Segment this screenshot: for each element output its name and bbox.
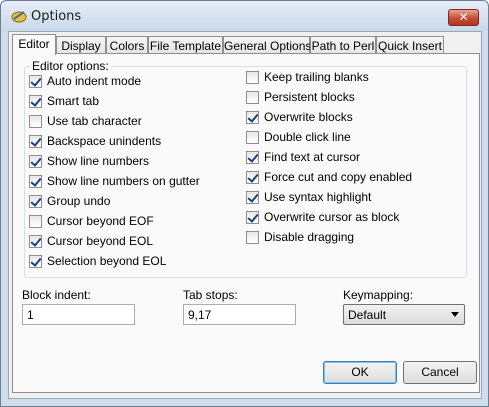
checkbox-unchecked[interactable] [29, 214, 42, 228]
checkbox-label: Use syntax highlight [264, 190, 372, 204]
checkbox-persistent-blocks[interactable]: Persistent blocks [246, 89, 355, 105]
checkbox-selection-beyond-eol[interactable]: Selection beyond EOL [29, 253, 166, 269]
app-icon [11, 11, 27, 23]
checkbox-checked[interactable] [246, 110, 259, 124]
checkbox-unchecked[interactable] [246, 70, 259, 84]
tab-quick-insert[interactable]: Quick Insert [376, 36, 444, 54]
checkbox-checked[interactable] [29, 234, 42, 248]
checkbox-checked[interactable] [246, 150, 259, 164]
checkbox-disable-dragging[interactable]: Disable dragging [246, 229, 354, 245]
ok-button[interactable]: OK [323, 361, 397, 384]
checkbox-label: Find text at cursor [264, 150, 361, 164]
keymapping-value: Default [348, 308, 387, 322]
block-indent-input[interactable]: 1 [22, 304, 135, 325]
close-icon: ✕ [458, 10, 469, 24]
checkbox-label: Overwrite blocks [264, 110, 353, 124]
checkbox-find-text-at-cursor[interactable]: Find text at cursor [246, 149, 360, 165]
checkbox-label: Cursor beyond EOF [47, 214, 154, 228]
checkbox-unchecked[interactable] [29, 114, 42, 128]
keymapping-select[interactable]: Default [343, 304, 465, 325]
checkbox-checked[interactable] [29, 134, 42, 148]
checkbox-cursor-beyond-eol[interactable]: Cursor beyond EOL [29, 233, 153, 249]
checkbox-label: Cursor beyond EOL [47, 234, 154, 248]
close-button[interactable]: ✕ [448, 9, 479, 26]
checkbox-label: Use tab character [47, 114, 142, 128]
checkbox-label: Selection beyond EOL [47, 254, 167, 268]
tab-colors[interactable]: Colors [106, 36, 148, 54]
checkbox-group-undo[interactable]: Group undo [29, 193, 110, 209]
block-indent-label: Block indent: [22, 288, 91, 302]
tab-strip: Editor Display Colors File Template Gene… [12, 34, 482, 55]
checkbox-overwrite-blocks[interactable]: Overwrite blocks [246, 109, 353, 125]
keymapping-label: Keymapping: [343, 288, 414, 302]
checkbox-checked[interactable] [29, 254, 42, 268]
checkbox-unchecked[interactable] [246, 230, 259, 244]
tab-stops-label: Tab stops: [183, 288, 238, 302]
checkbox-unchecked[interactable] [246, 130, 259, 144]
checkbox-label: Smart tab [47, 94, 100, 108]
checkbox-keep-trailing-blanks[interactable]: Keep trailing blanks [246, 69, 369, 85]
checkbox-checked[interactable] [29, 194, 42, 208]
checkbox-checked[interactable] [29, 94, 42, 108]
checkbox-use-syntax-highlight[interactable]: Use syntax highlight [246, 189, 371, 205]
cancel-button[interactable]: Cancel [403, 361, 477, 384]
checkbox-auto-indent-mode[interactable]: Auto indent mode [29, 73, 141, 89]
tab-editor[interactable]: Editor [12, 34, 56, 55]
checkbox-smart-tab[interactable]: Smart tab [29, 93, 99, 109]
checkbox-backspace-unindents[interactable]: Backspace unindents [29, 133, 161, 149]
checkbox-checked[interactable] [29, 154, 42, 168]
editor-options-group: Editor options: Auto indent mode Smart t… [24, 59, 467, 278]
checkbox-label: Show line numbers on gutter [47, 174, 200, 188]
checkbox-label: Auto indent mode [47, 74, 142, 88]
title-bar[interactable]: Options ✕ [1, 1, 488, 31]
checkbox-cursor-beyond-eof[interactable]: Cursor beyond EOF [29, 213, 154, 229]
checkbox-use-tab-character[interactable]: Use tab character [29, 113, 142, 129]
checkbox-label: Backspace unindents [47, 134, 162, 148]
checkbox-checked[interactable] [246, 190, 259, 204]
tab-stops-input[interactable]: 9,17 [183, 304, 296, 325]
checkbox-double-click-line[interactable]: Double click line [246, 129, 351, 145]
checkbox-label: Disable dragging [264, 230, 355, 244]
checkbox-checked[interactable] [29, 74, 42, 88]
checkbox-label: Force cut and copy enabled [264, 170, 413, 184]
checkbox-label: Keep trailing blanks [264, 70, 369, 84]
checkbox-label: Overwrite cursor as block [264, 210, 400, 224]
dialog-body: Editor Display Colors File Template Gene… [8, 31, 482, 399]
checkbox-force-cut-and-copy-enabled[interactable]: Force cut and copy enabled [246, 169, 412, 185]
checkbox-overwrite-cursor-as-block[interactable]: Overwrite cursor as block [246, 209, 399, 225]
checkbox-label: Group undo [47, 194, 111, 208]
checkbox-unchecked[interactable] [246, 90, 259, 104]
checkbox-checked[interactable] [29, 174, 42, 188]
tab-file-template[interactable]: File Template [148, 36, 223, 54]
checkbox-label: Persistent blocks [264, 90, 355, 104]
checkbox-checked[interactable] [246, 170, 259, 184]
tab-path-to-perl[interactable]: Path to Perl [310, 36, 376, 54]
checkbox-label: Double click line [264, 130, 351, 144]
window-title: Options [31, 9, 82, 24]
options-dialog: Options ✕ Editor Display Colors File Tem… [0, 0, 489, 407]
editor-tab-panel: Editor options: Auto indent mode Smart t… [12, 53, 480, 393]
checkbox-checked[interactable] [246, 210, 259, 224]
checkbox-label: Show line numbers [47, 154, 150, 168]
tab-display[interactable]: Display [56, 36, 106, 54]
checkbox-show-line-numbers[interactable]: Show line numbers [29, 153, 149, 169]
tab-general-options[interactable]: General Options [223, 36, 311, 54]
checkbox-show-line-numbers-on-gutter[interactable]: Show line numbers on gutter [29, 173, 200, 189]
chevron-down-icon [451, 312, 459, 317]
group-legend: Editor options: [30, 59, 111, 73]
